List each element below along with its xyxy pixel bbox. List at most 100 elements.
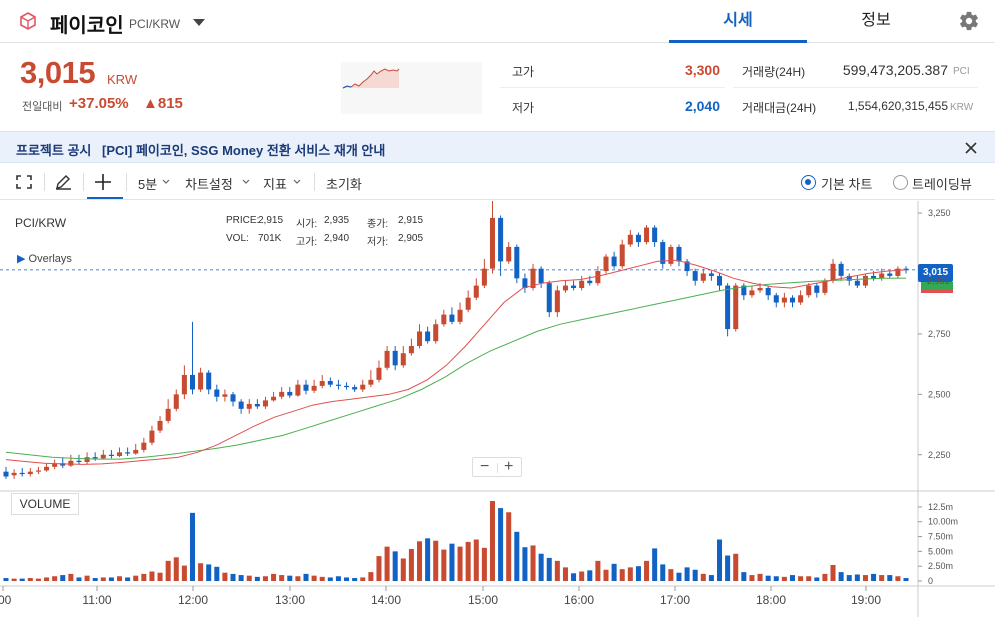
candle bbox=[692, 271, 698, 281]
candle bbox=[44, 466, 50, 471]
candle bbox=[3, 471, 9, 477]
notice-text[interactable]: [PCI] 페이코인, SSG Money 전환 서비스 재개 안내 bbox=[102, 140, 385, 159]
volume-tick-label: 2.50m bbox=[928, 561, 953, 571]
candle bbox=[879, 273, 885, 279]
volume-bar bbox=[854, 574, 860, 581]
volume-bar bbox=[692, 569, 698, 581]
volume-tick-label: 7.50m bbox=[928, 532, 953, 542]
candle bbox=[579, 280, 585, 288]
stat-divider bbox=[500, 87, 725, 88]
volume-bar bbox=[611, 563, 617, 581]
candle bbox=[538, 268, 544, 284]
candle bbox=[368, 379, 374, 385]
chevron-down-icon bbox=[162, 179, 170, 184]
candle bbox=[157, 420, 163, 431]
candle bbox=[311, 385, 317, 391]
chart-settings-menu[interactable]: 차트설정 bbox=[185, 174, 233, 193]
volume-bar bbox=[19, 578, 25, 581]
x-tick-label: 14:00 bbox=[371, 593, 401, 607]
candle bbox=[676, 246, 682, 262]
stat-divider-2 bbox=[733, 87, 978, 88]
gear-icon[interactable] bbox=[958, 10, 980, 32]
candle bbox=[92, 457, 98, 459]
volume-bar bbox=[879, 575, 885, 581]
volume-24h-label: 거래량(24H) bbox=[742, 65, 806, 79]
indicators-menu[interactable]: 지표 bbox=[263, 174, 287, 193]
volume-bar bbox=[465, 541, 471, 581]
zoom-out-button[interactable]: − bbox=[480, 458, 489, 476]
candle bbox=[489, 217, 495, 269]
volume-bar bbox=[173, 557, 179, 581]
current-price: 3,015 bbox=[20, 55, 96, 90]
info-high: 2,940 bbox=[324, 233, 350, 244]
price-chart[interactable]: 3,2503,0002,7502,5002,25012.5m10.00m7.50… bbox=[0, 201, 995, 617]
candle bbox=[611, 256, 617, 267]
reset-button[interactable]: 초기화 bbox=[326, 174, 362, 193]
ma-tag: 2,981 bbox=[927, 276, 950, 286]
volume-bar bbox=[489, 501, 495, 581]
coin-select-chevron-down-icon[interactable] bbox=[193, 19, 205, 26]
interval-select[interactable]: 5분 bbox=[138, 174, 157, 193]
pencil-icon[interactable] bbox=[55, 174, 72, 190]
volume-bar bbox=[781, 576, 787, 581]
volume-bar bbox=[392, 551, 398, 581]
chevron-down-icon bbox=[293, 179, 301, 184]
volume-bar bbox=[717, 539, 723, 581]
coin-pair: PCI/KRW bbox=[129, 17, 181, 31]
candle bbox=[433, 324, 439, 342]
change-label: 전일대비 bbox=[22, 101, 63, 113]
info-low-label: 저가: bbox=[367, 237, 389, 248]
volume-bar bbox=[52, 576, 58, 581]
volume-bar bbox=[327, 577, 333, 581]
candle bbox=[181, 375, 187, 395]
basic-chart-label[interactable]: 기본 차트 bbox=[821, 174, 872, 193]
candle bbox=[125, 452, 131, 454]
overlays-toggle[interactable]: ▶ Overlays bbox=[17, 252, 72, 265]
volume-label: VOLUME bbox=[11, 493, 79, 515]
amount-24h-value: 1,554,620,315,455 bbox=[847, 99, 948, 113]
info-close: 2,915 bbox=[398, 215, 424, 226]
candle bbox=[562, 285, 568, 291]
volume-bar bbox=[506, 512, 512, 581]
close-icon[interactable] bbox=[963, 140, 979, 156]
volume-bar bbox=[27, 578, 33, 581]
volume-bar bbox=[44, 577, 50, 581]
candle bbox=[344, 385, 350, 388]
volume-bar bbox=[481, 547, 487, 581]
candle bbox=[173, 394, 179, 409]
volume-bar bbox=[871, 573, 877, 581]
volume-bar bbox=[3, 578, 9, 581]
fullscreen-icon[interactable] bbox=[16, 175, 32, 189]
volume-bar bbox=[165, 560, 171, 581]
candle bbox=[238, 401, 244, 409]
candle bbox=[838, 263, 844, 276]
candle bbox=[619, 244, 625, 267]
candle bbox=[400, 353, 406, 366]
crosshair-icon[interactable] bbox=[94, 173, 112, 191]
volume-bar bbox=[279, 575, 285, 581]
volume-bar bbox=[295, 576, 301, 581]
volume-bar bbox=[789, 575, 795, 581]
candle bbox=[165, 408, 171, 421]
tab-quote[interactable]: 시세 bbox=[669, 0, 807, 43]
basic-chart-radio[interactable] bbox=[801, 175, 816, 190]
notice-banner[interactable]: 프로젝트 공시 [PCI] 페이코인, SSG Money 전환 서비스 재개 … bbox=[0, 131, 995, 163]
candle bbox=[11, 472, 17, 476]
volume-bar bbox=[149, 571, 155, 581]
tab-info[interactable]: 정보 bbox=[807, 0, 945, 43]
candle bbox=[295, 384, 301, 396]
volume-bar bbox=[830, 565, 836, 581]
volume-bar bbox=[376, 556, 382, 581]
moving-average-short bbox=[5, 259, 907, 465]
candle bbox=[376, 367, 382, 380]
zoom-in-button[interactable]: + bbox=[504, 458, 513, 476]
candle bbox=[76, 460, 82, 462]
x-tick-label: 19:00 bbox=[851, 593, 881, 607]
tradingview-label[interactable]: 트레이딩뷰 bbox=[912, 174, 972, 193]
volume-bar bbox=[757, 573, 763, 581]
overlays-label: Overlays bbox=[28, 253, 72, 265]
volume-bar bbox=[352, 578, 358, 581]
volume-tick-label: 0 bbox=[928, 576, 933, 586]
candle bbox=[708, 273, 714, 276]
tradingview-radio[interactable] bbox=[893, 175, 908, 190]
